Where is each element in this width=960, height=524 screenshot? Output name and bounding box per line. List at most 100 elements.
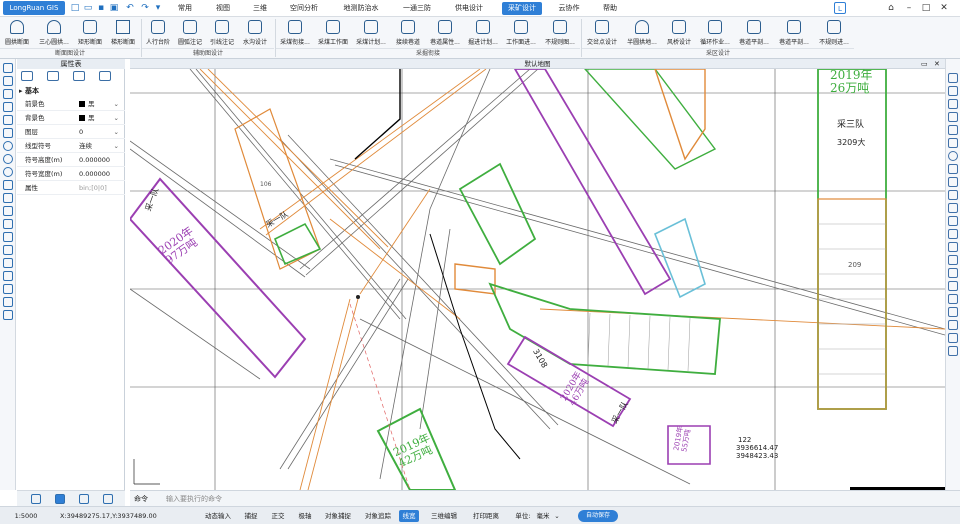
prop-row[interactable]: 图层 0 ⌄: [17, 125, 125, 139]
tab-power-design[interactable]: 供电设计: [449, 2, 489, 15]
zoom-previous-icon[interactable]: [948, 99, 958, 109]
view-restore-icon[interactable]: ▭: [921, 60, 928, 68]
ribbon-button-follow-roadway[interactable]: 接续巷道: [391, 18, 425, 48]
ribbon-button-steps[interactable]: 人行台阶: [143, 18, 173, 48]
properties-icon[interactable]: [948, 346, 958, 356]
prop-row[interactable]: 属性 bin;[0|0]: [17, 181, 125, 195]
zoom-extents-icon[interactable]: [948, 73, 958, 83]
new-file-icon[interactable]: □: [70, 3, 80, 13]
toggle-line-width[interactable]: 线宽: [399, 510, 419, 522]
ribbon-button-rect-section[interactable]: 矩形断面: [74, 18, 106, 48]
copy-icon[interactable]: [948, 177, 958, 187]
undo-icon[interactable]: ↶: [125, 3, 135, 13]
zoom-out-icon[interactable]: [948, 125, 958, 135]
toggle-ortho[interactable]: 正交: [269, 510, 287, 522]
ribbon-button-leader-note[interactable]: 引线注记: [207, 18, 237, 48]
prop-row[interactable]: 线型符号 连续 ⌄: [17, 139, 125, 153]
category-icon[interactable]: [47, 71, 59, 81]
tab-3d[interactable]: 三维: [247, 2, 273, 15]
layers-icon[interactable]: [99, 71, 111, 81]
toggle-object-snap[interactable]: 对象捕捉: [322, 510, 354, 522]
tab-common[interactable]: 常用: [172, 2, 198, 15]
mirror-icon[interactable]: [948, 190, 958, 200]
minimize-icon[interactable]: –: [903, 2, 915, 14]
close-icon[interactable]: ✕: [938, 2, 950, 14]
toggle-object-track[interactable]: 对象追踪: [362, 510, 394, 522]
circle-tool-icon[interactable]: [3, 154, 13, 164]
outline-icon[interactable]: [79, 494, 89, 504]
tab-spatial-analysis[interactable]: 空间分析: [284, 2, 324, 15]
prop-row[interactable]: 背景色黑 ⌄: [17, 111, 125, 125]
pan-icon[interactable]: [948, 138, 958, 148]
break-icon[interactable]: [948, 242, 958, 252]
rotate-icon[interactable]: [948, 151, 958, 161]
image-tool-icon[interactable]: [3, 310, 13, 320]
curve-tool-icon[interactable]: [3, 102, 13, 112]
ribbon-button-excavation-plan[interactable]: 掘进计划...: [465, 18, 501, 48]
block-tool-icon[interactable]: [3, 232, 13, 242]
ribbon-button-arc-note[interactable]: 圆弧注记: [175, 18, 205, 48]
chevron-down-icon[interactable]: ⌄: [114, 139, 119, 153]
table-tool-icon[interactable]: [3, 258, 13, 268]
ribbon-button-cycle-work[interactable]: 循环作业...: [697, 18, 733, 48]
chevron-down-icon[interactable]: ⌄: [114, 97, 119, 111]
toggle-dynamic-input[interactable]: 动态输入: [203, 510, 233, 522]
tab-view[interactable]: 视图: [210, 2, 236, 15]
quick-access-dropdown-icon[interactable]: ▾: [153, 3, 163, 13]
tab-ventilation[interactable]: 一通三防: [397, 2, 437, 15]
ribbon-button-ditch-design[interactable]: 水沟设计: [239, 18, 271, 48]
stack-tool-icon[interactable]: [3, 245, 13, 255]
ribbon-button-roadway-section-b[interactable]: 巷道平剖...: [775, 18, 813, 48]
explode-icon[interactable]: [948, 281, 958, 291]
save-icon[interactable]: ▪: [96, 3, 106, 13]
measure-icon[interactable]: [948, 307, 958, 317]
toggle-polar[interactable]: 极轴: [296, 510, 314, 522]
prop-row[interactable]: 符号宽度(m) 0.000000: [17, 167, 125, 181]
ribbon-button-roadway-attr[interactable]: 巷道属性...: [427, 18, 463, 48]
ribbon-button-face-progress[interactable]: 工作面进...: [503, 18, 539, 48]
dimension-tool-icon[interactable]: [3, 115, 13, 125]
chevron-down-icon[interactable]: ⌄: [114, 111, 119, 125]
autosave-toggle[interactable]: 自动保存: [578, 510, 618, 522]
scale-icon[interactable]: [948, 203, 958, 213]
open-file-icon[interactable]: ▭: [83, 3, 93, 13]
zoom-window-icon[interactable]: [948, 86, 958, 96]
list-tool-icon[interactable]: [3, 271, 13, 281]
extend-icon[interactable]: [948, 229, 958, 239]
offset-tool-icon[interactable]: [3, 89, 13, 99]
prop-row[interactable]: 前景色黑 ⌄: [17, 97, 125, 111]
ellipse-tool-icon[interactable]: [3, 167, 13, 177]
chevron-down-icon[interactable]: ⌄: [114, 125, 119, 139]
save-as-icon[interactable]: ▣: [109, 3, 119, 13]
map-canvas[interactable]: 2019年 26万吨 采三队 3209大 209 采一队 2020年 97万吨 …: [130, 69, 945, 490]
ribbon-button-three-arc[interactable]: 三心圆拱...: [35, 18, 73, 48]
polyline-tool-icon[interactable]: [3, 76, 13, 86]
list-icon[interactable]: [31, 494, 41, 504]
ribbon-button-air-bridge[interactable]: 风桥设计: [663, 18, 695, 48]
prop-row[interactable]: 符号高度(m) 0.000000: [17, 153, 125, 167]
shirt-icon[interactable]: ⌂: [885, 2, 897, 14]
ribbon-button-junction[interactable]: 交岔点设计: [583, 18, 621, 48]
toggle-snap[interactable]: 捕捉: [242, 510, 260, 522]
scale-value[interactable]: 1:5000: [14, 510, 38, 522]
redo-icon[interactable]: ↷: [140, 3, 150, 13]
arc-tool-icon[interactable]: [3, 141, 13, 151]
ribbon-button-irregular-map[interactable]: 不规则图...: [541, 18, 579, 48]
rectangle-tool-icon[interactable]: [3, 128, 13, 138]
command-input[interactable]: 输入要执行的命令: [166, 494, 222, 504]
ribbon-button-irregular-advance[interactable]: 不规则进...: [815, 18, 853, 48]
array-icon[interactable]: [948, 294, 958, 304]
fillet-icon[interactable]: [948, 255, 958, 265]
chevron-down-icon[interactable]: ⌄: [552, 510, 562, 522]
ribbon-button-mining-link[interactable]: 采煤衔接...: [277, 18, 313, 48]
trim-icon[interactable]: [948, 216, 958, 226]
chamfer-icon[interactable]: [948, 268, 958, 278]
ribbon-button-half-arch[interactable]: 半圆拱地...: [623, 18, 661, 48]
zoom-in-icon[interactable]: [948, 112, 958, 122]
symbol-tool-icon[interactable]: [3, 219, 13, 229]
grid-tool-icon[interactable]: [3, 284, 13, 294]
table-view-icon[interactable]: [73, 71, 85, 81]
ribbon-button-arch-section[interactable]: 圆拱断面: [2, 18, 32, 48]
erase-icon[interactable]: [948, 333, 958, 343]
hatch-tool-icon[interactable]: [3, 206, 13, 216]
